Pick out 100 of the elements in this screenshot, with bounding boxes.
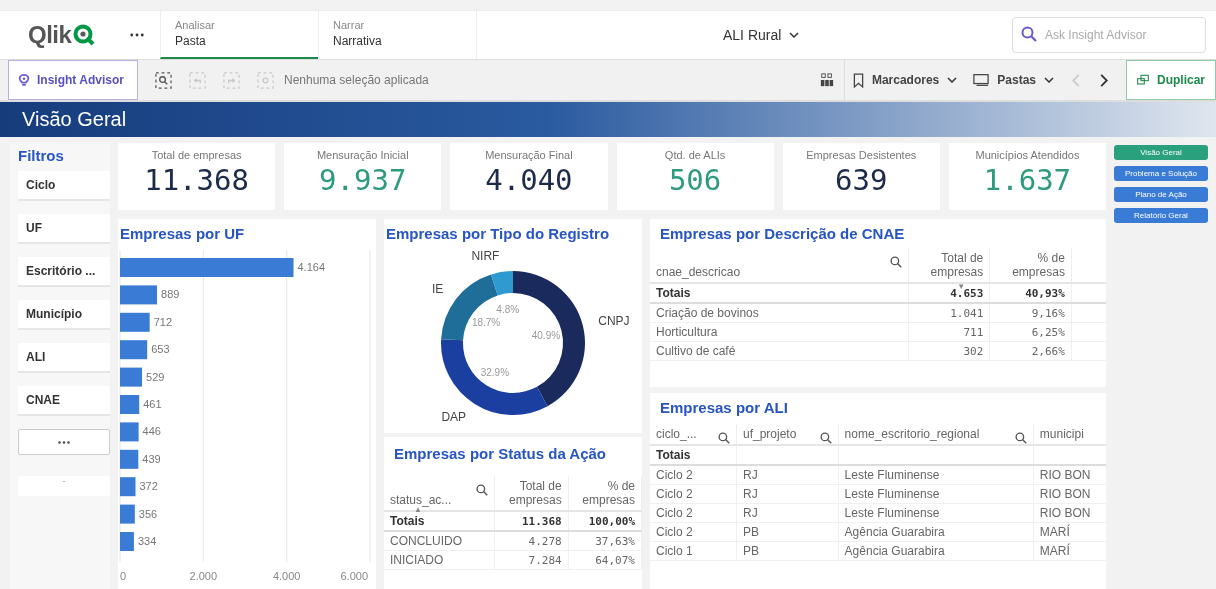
- table-cell: PB: [736, 522, 839, 542]
- slice-value-label: 40.9%: [531, 329, 561, 341]
- slice-value-label: 32.9%: [480, 366, 510, 378]
- table-cell: 40,93%: [989, 283, 1072, 303]
- table-cell: Ciclo 2: [650, 503, 737, 523]
- table-cell: 711: [908, 322, 990, 342]
- table-cell: CONCLUIDO: [384, 531, 495, 551]
- table-cell: 37,63%: [568, 531, 642, 551]
- table-cell: MARÍ: [1033, 522, 1106, 542]
- kpi-value: 4.040: [485, 163, 573, 197]
- app-logo-text: Qlik: [28, 21, 72, 49]
- sheet-nav-button[interactable]: Problema e Solução: [1114, 166, 1208, 181]
- data-label: 653: [151, 343, 170, 356]
- sort-indicator-icon: ▲: [414, 506, 422, 514]
- slice-label: NIRF: [471, 249, 500, 264]
- slice-value-label: 18.7%: [471, 317, 501, 329]
- search-field[interactable]: Ask Insight Advisor: [1012, 17, 1206, 53]
- table-cell: Totais: [650, 445, 737, 465]
- table-cell: RIO BON: [1033, 465, 1106, 485]
- sheets-button[interactable]: Pastas: [965, 73, 1062, 87]
- chart-title: Empresas por UF: [119, 224, 246, 242]
- column-header[interactable]: ciclo_...: [650, 424, 737, 445]
- table-cell: Cultivo de café: [650, 341, 909, 361]
- filter-button[interactable]: Escritório ...: [18, 257, 110, 287]
- filter-button[interactable]: Município: [18, 300, 110, 330]
- duplicate-button[interactable]: Duplicar: [1126, 60, 1216, 100]
- kpi-label: Mensuração Final: [485, 149, 573, 161]
- column-header[interactable]: status_ac... ▲: [384, 476, 495, 511]
- table-title: Empresas por ALI: [659, 398, 789, 416]
- filter-button[interactable]: UF: [18, 214, 110, 244]
- table-cell: 9,16%: [989, 303, 1072, 323]
- sheet-nav-button[interactable]: Relatório Geral: [1114, 208, 1208, 223]
- table-cell: 100,00%: [568, 511, 642, 531]
- sheet-title: Visão Geral: [22, 108, 127, 131]
- table-cell: Ciclo 2: [650, 522, 737, 542]
- filter-panel-footer: -: [18, 476, 110, 496]
- bookmarks-button[interactable]: Marcadores: [844, 72, 966, 88]
- chart-title: Empresas por Tipo do Registro: [385, 224, 610, 242]
- slice-label: IE: [432, 282, 444, 297]
- insight-advisor-button[interactable]: Insight Advisor: [8, 60, 138, 100]
- table-cell: PB: [736, 541, 839, 561]
- table-cell: Leste Fluminense: [838, 484, 1034, 504]
- filter-button[interactable]: Ciclo: [18, 171, 110, 201]
- data-label: 372: [139, 480, 158, 493]
- kpi-value: 506: [668, 163, 722, 197]
- data-label: 712: [153, 315, 173, 328]
- column-header[interactable]: nome_escritorio_regional: [838, 424, 1034, 445]
- table-cell: 6,25%: [989, 322, 1072, 342]
- table-cell: Leste Fluminense: [838, 503, 1034, 523]
- data-label: 4.164: [297, 261, 326, 273]
- table-cell: RIO BON: [1033, 484, 1106, 504]
- table-cell: RJ: [736, 503, 839, 523]
- axis-tick-label: 6.000: [340, 570, 368, 582]
- table-cell: Agência Guarabira: [838, 541, 1034, 561]
- table-cell: Totais: [650, 283, 909, 303]
- table-cell: Agência Guarabira: [838, 522, 1034, 542]
- table-cell: RJ: [736, 465, 839, 485]
- table-cell: 2,66%: [989, 341, 1072, 361]
- mode-tab[interactable]: Narrar Narrativa: [318, 11, 476, 59]
- column-header[interactable]: % de empresas: [989, 248, 1072, 283]
- column-header[interactable]: % de empresas: [568, 476, 642, 511]
- column-header[interactable]: cnae_descricao: [650, 248, 909, 283]
- kpi-value: 11.368: [144, 163, 249, 197]
- slice-value-label: 4.8%: [496, 304, 520, 316]
- table-cell: Totais: [384, 511, 495, 531]
- table-cell: 11.368: [494, 511, 569, 531]
- data-label: 461: [143, 398, 162, 410]
- selection-status-text: Nenhuma seleção aplicada: [284, 73, 429, 87]
- data-label: 439: [142, 452, 161, 465]
- table-cell: 64,07%: [568, 550, 642, 570]
- filter-button[interactable]: CNAE: [18, 386, 110, 416]
- table-cell: Ciclo 2: [650, 465, 737, 485]
- slice-label: DAP: [441, 410, 467, 425]
- column-header[interactable]: uf_projeto: [736, 424, 839, 445]
- filters-title: Filtros: [18, 147, 65, 164]
- sheet-nav-button[interactable]: Plano de Ação: [1114, 187, 1208, 202]
- kpi-value: 1.637: [983, 163, 1072, 197]
- kpi-label: Empresas Desistentes: [806, 149, 917, 161]
- data-label: 334: [137, 535, 157, 547]
- sheet-nav-button[interactable]: Visão Geral: [1114, 145, 1208, 160]
- sort-indicator-icon: ▼: [957, 283, 966, 291]
- table-cell: MARÍ: [1033, 541, 1106, 561]
- filter-button[interactable]: ALI: [18, 343, 110, 373]
- table-cell: Ciclo 1: [650, 541, 737, 561]
- table-cell: RJ: [736, 484, 839, 504]
- data-label: 889: [161, 288, 180, 301]
- column-header[interactable]: Total de empresas: [494, 476, 569, 511]
- data-label: 529: [146, 370, 165, 383]
- kpi-label: Total de empresas: [151, 149, 242, 161]
- data-label: 356: [138, 507, 158, 520]
- table-title: Empresas por Descrição de CNAE: [659, 224, 906, 242]
- table-cell: Ciclo 2: [650, 484, 737, 504]
- column-header[interactable]: municipi: [1033, 424, 1106, 445]
- table-cell: RIO BON: [1033, 503, 1106, 523]
- table-cell: 7.284: [494, 550, 569, 570]
- data-label: 446: [142, 425, 161, 438]
- table-title: Empresas por Status da Ação: [393, 444, 607, 464]
- axis-tick-label: 4.000: [272, 570, 301, 582]
- kpi-label: Mensuração Inicial: [316, 149, 409, 161]
- slice-label: CNPJ: [598, 314, 630, 329]
